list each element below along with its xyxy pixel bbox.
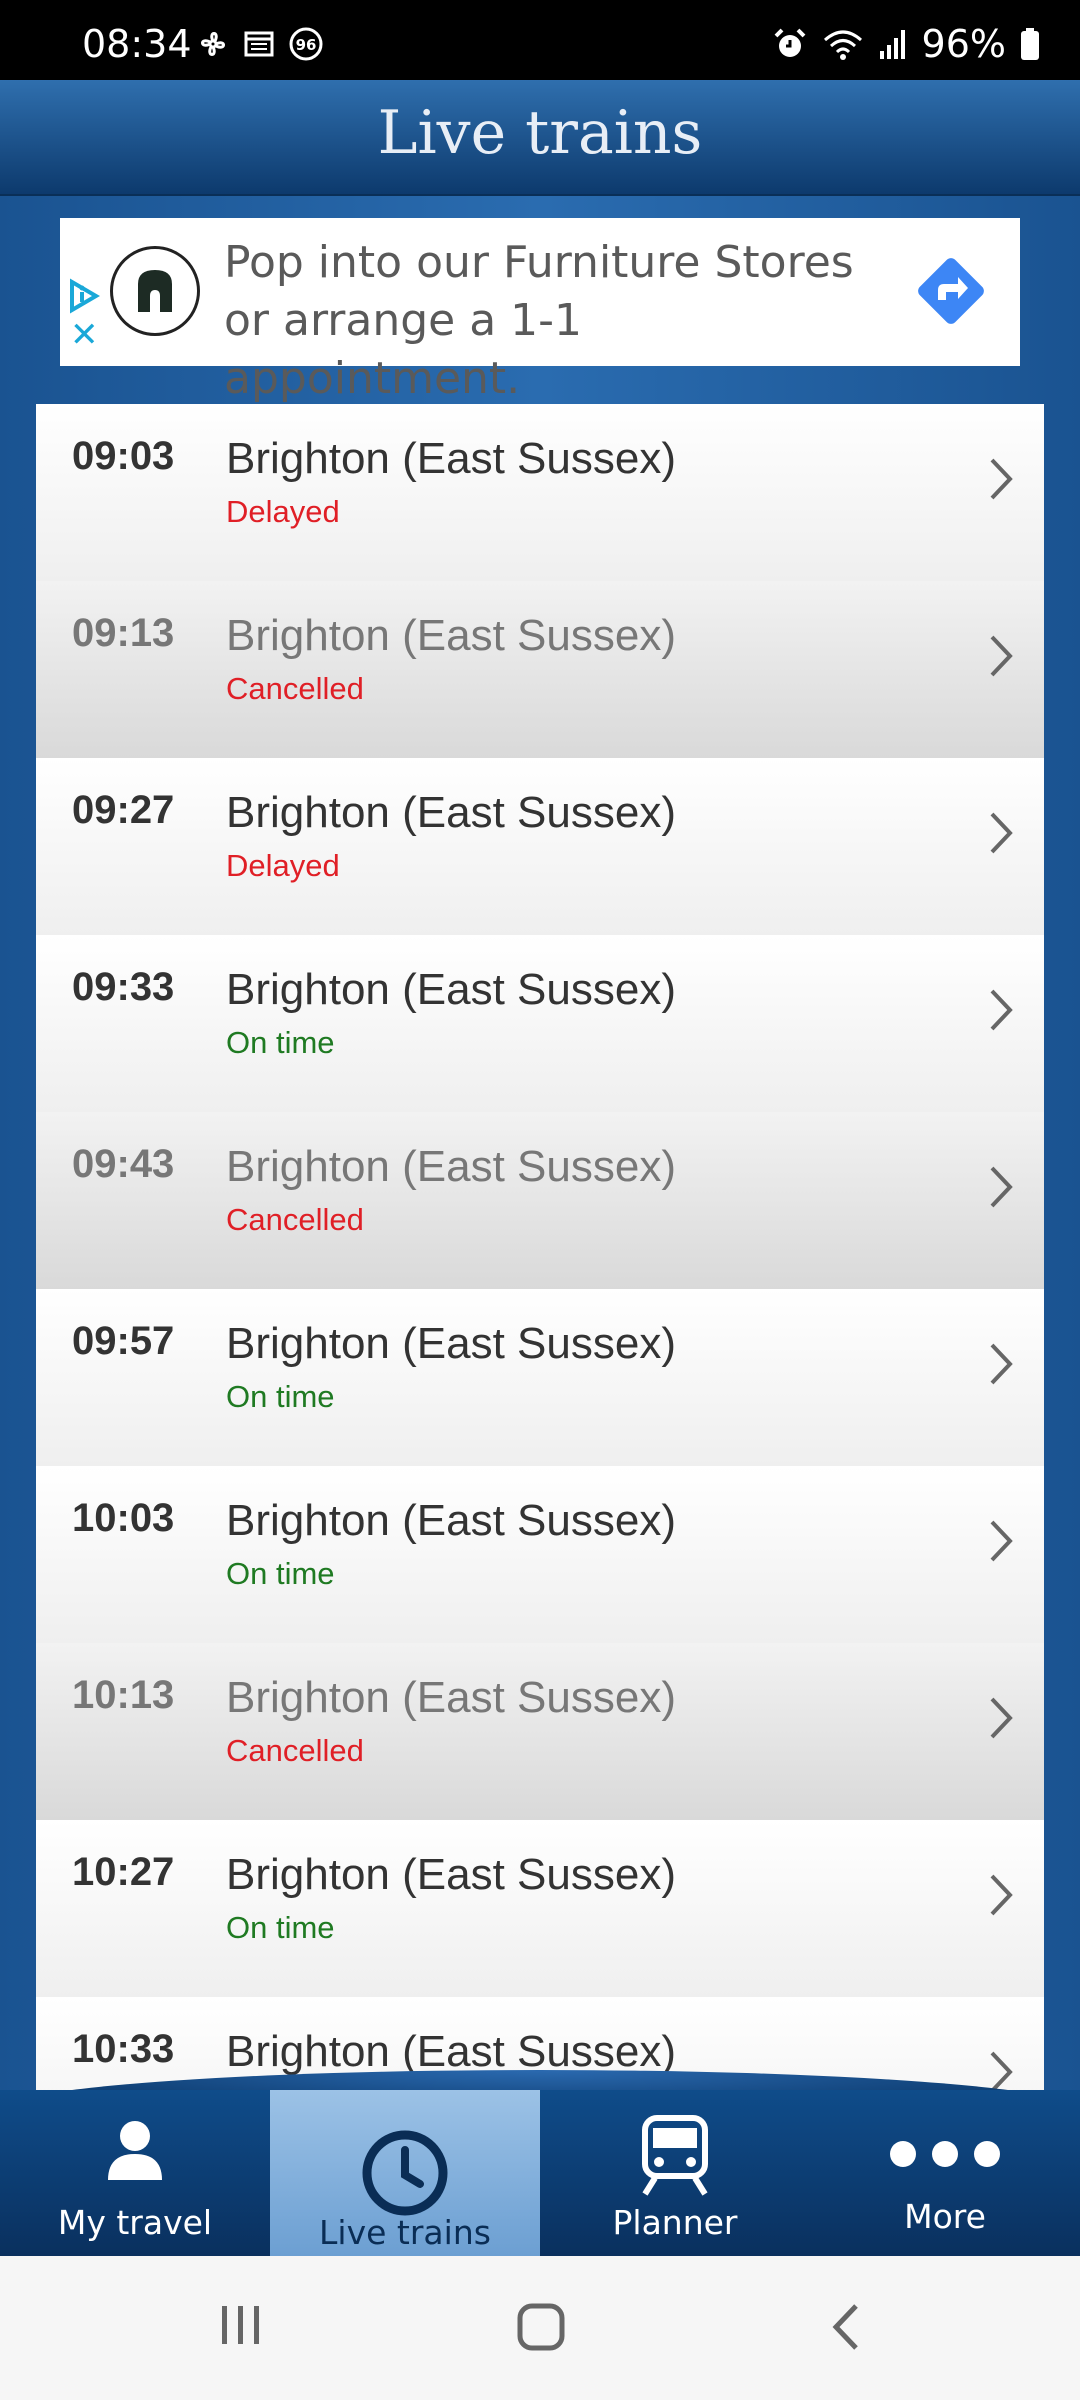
destination: Brighton (East Sussex): [226, 1850, 676, 1899]
destination: Brighton (East Sussex): [226, 611, 676, 660]
chevron-right-icon: [990, 1697, 1013, 1739]
train-status: On time: [226, 1556, 335, 1591]
more-dots-icon: [890, 2141, 1000, 2167]
battery-percent: 96%: [921, 22, 1006, 66]
tab-more[interactable]: More: [810, 2090, 1080, 2256]
train-row[interactable]: 09:43 Brighton (East Sussex) Cancelled: [36, 1112, 1044, 1289]
badge-icon: 96: [289, 27, 323, 61]
clock-icon: [362, 2130, 448, 2216]
destination: Brighton (East Sussex): [226, 788, 676, 837]
status-time: 08:34: [82, 22, 192, 66]
departure-time: 09:43: [72, 1142, 175, 1186]
train-status: On time: [226, 1025, 335, 1060]
tab-planner[interactable]: Planner: [540, 2090, 810, 2256]
chevron-right-icon: [990, 989, 1013, 1031]
tab-live-trains[interactable]: Live trains: [270, 2090, 540, 2256]
ad-banner[interactable]: ✕ Pop into our Furniture Stores or arran…: [60, 218, 1020, 404]
chevron-right-icon: [990, 1874, 1013, 1916]
back-icon[interactable]: [826, 2302, 866, 2352]
train-row[interactable]: 10:03 Brighton (East Sussex) On time: [36, 1466, 1044, 1643]
tab-label: More: [904, 2197, 986, 2236]
alarm-icon: [774, 28, 805, 57]
close-icon[interactable]: ✕: [70, 318, 99, 352]
recent-apps-icon[interactable]: [218, 2302, 264, 2348]
train-status: Cancelled: [226, 1202, 364, 1237]
directions-arrow-icon[interactable]: [908, 248, 994, 334]
home-icon[interactable]: [516, 2302, 566, 2352]
train-list[interactable]: 09:03 Brighton (East Sussex) Delayed 09:13 B…: [36, 404, 1044, 2114]
calendar-icon: [244, 31, 274, 57]
destination: Brighton (East Sussex): [226, 1496, 676, 1545]
train-row[interactable]: 09:57 Brighton (East Sussex) On time: [36, 1289, 1044, 1466]
status-notification-icons: 96: [196, 26, 324, 62]
train-row[interactable]: 09:13 Brighton (East Sussex) Cancelled: [36, 581, 1044, 758]
destination: Brighton (East Sussex): [226, 965, 676, 1014]
train-row[interactable]: 09:33 Brighton (East Sussex) On time: [36, 935, 1044, 1112]
battery-icon: [1021, 28, 1039, 60]
train-status: On time: [226, 1910, 335, 1945]
chevron-right-icon: [990, 458, 1013, 500]
tab-label: My travel: [57, 2203, 213, 2242]
wifi-icon: [823, 30, 862, 60]
tab-label: Live trains: [319, 2213, 491, 2252]
train-row[interactable]: 10:13 Brighton (East Sussex) Cancelled: [36, 1643, 1044, 1820]
train-status: Cancelled: [226, 1733, 364, 1768]
chevron-right-icon: [990, 812, 1013, 854]
train-status: On time: [226, 1379, 335, 1414]
train-status: Cancelled: [226, 671, 364, 706]
fan-icon: [201, 32, 225, 56]
advertiser-logo: [110, 246, 200, 336]
departure-time: 09:27: [72, 788, 175, 832]
train-row[interactable]: 09:27 Brighton (East Sussex) Delayed: [36, 758, 1044, 935]
tab-label: Planner: [612, 2203, 738, 2242]
tab-my-travel[interactable]: My travel: [0, 2090, 270, 2256]
destination: Brighton (East Sussex): [226, 1142, 676, 1191]
chevron-right-icon: [990, 1166, 1013, 1208]
departure-time: 09:13: [72, 611, 175, 655]
chevron-right-icon: [990, 1343, 1013, 1385]
badge-number: 96: [296, 36, 317, 54]
departure-time: 09:33: [72, 965, 175, 1009]
adchoices-icon[interactable]: [66, 278, 102, 314]
person-icon: [108, 2121, 162, 2180]
ad-text: Pop into our Furniture Stores or arrange…: [224, 237, 854, 404]
destination: Brighton (East Sussex): [226, 434, 676, 483]
system-navigation-bar: [0, 2256, 1080, 2400]
chevron-right-icon: [990, 635, 1013, 677]
departure-time: 10:03: [72, 1496, 175, 1540]
chevron-right-icon: [990, 1520, 1013, 1562]
status-bar: 08:34 96 96%: [0, 0, 1080, 80]
train-status: Delayed: [226, 848, 340, 883]
page-title: Live trains: [377, 98, 703, 168]
train-status: Delayed: [226, 494, 340, 529]
departure-time: 10:33: [72, 2027, 175, 2071]
train-icon: [642, 2115, 708, 2196]
destination: Brighton (East Sussex): [226, 1673, 676, 1722]
train-row[interactable]: 09:03 Brighton (East Sussex) Delayed: [36, 404, 1044, 581]
app-header: Live trains: [0, 80, 1080, 196]
departure-time: 09:03: [72, 434, 175, 478]
destination: Brighton (East Sussex): [226, 1319, 676, 1368]
departure-time: 10:27: [72, 1850, 175, 1894]
status-system-icons: 96%: [772, 22, 1040, 66]
departure-time: 10:13: [72, 1673, 175, 1717]
departure-time: 09:57: [72, 1319, 175, 1363]
train-row[interactable]: 10:27 Brighton (East Sussex) On time: [36, 1820, 1044, 1997]
signal-icon: [879, 30, 905, 59]
